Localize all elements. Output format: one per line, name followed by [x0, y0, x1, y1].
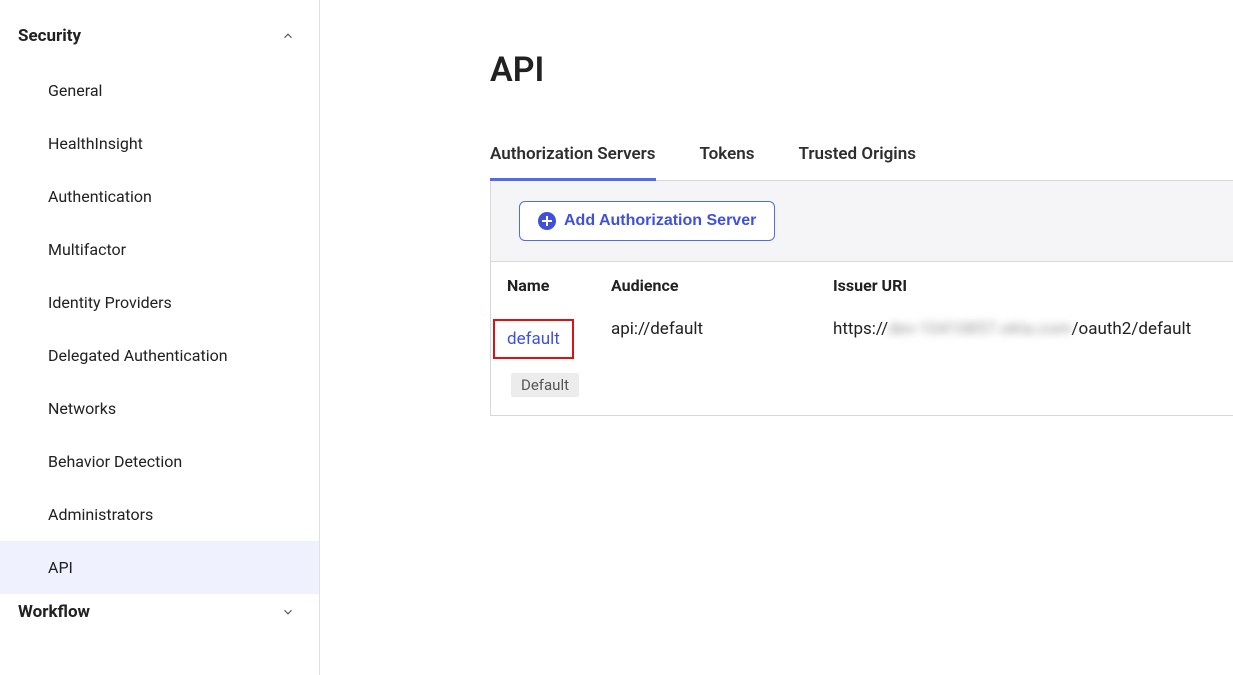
chevron-down-icon [281, 605, 295, 619]
sidebar-item-api[interactable]: API [0, 541, 319, 594]
sidebar-item-behavior-detection[interactable]: Behavior Detection [0, 435, 319, 488]
sidebar-item-healthinsight[interactable]: HealthInsight [0, 117, 319, 170]
sidebar-item-multifactor[interactable]: Multifactor [0, 223, 319, 276]
add-button-label: Add Authorization Server [564, 212, 756, 230]
sidebar: Security General HealthInsight Authentic… [0, 0, 320, 675]
th-issuer: Issuer URI [833, 276, 1217, 295]
cell-audience: api://default [611, 319, 833, 339]
table-header: Name Audience Issuer URI [491, 262, 1233, 309]
sidebar-item-administrators[interactable]: Administrators [0, 488, 319, 541]
th-name: Name [507, 276, 611, 295]
add-authorization-server-button[interactable]: Add Authorization Server [519, 201, 775, 241]
sidebar-section-label: Workflow [18, 602, 90, 622]
th-audience: Audience [611, 276, 833, 295]
issuer-obscured: dev-10410857.okta.com [888, 319, 1071, 339]
sidebar-section-security[interactable]: Security [0, 18, 319, 54]
authorization-servers-table: Name Audience Issuer URI default Default… [490, 262, 1233, 416]
highlight-annotation: default [493, 319, 574, 359]
tab-tokens[interactable]: Tokens [700, 130, 755, 181]
issuer-suffix: /oauth2/default [1072, 319, 1192, 339]
sidebar-item-identity-providers[interactable]: Identity Providers [0, 276, 319, 329]
issuer-prefix: https:// [833, 319, 888, 339]
sidebar-item-delegated-authentication[interactable]: Delegated Authentication [0, 329, 319, 382]
chevron-up-icon [281, 29, 295, 43]
sidebar-item-networks[interactable]: Networks [0, 382, 319, 435]
authorization-server-link[interactable]: default [507, 329, 560, 349]
sidebar-section-workflow[interactable]: Workflow [0, 594, 319, 630]
cell-name: default Default [507, 319, 611, 397]
sidebar-items: General HealthInsight Authentication Mul… [0, 54, 319, 594]
page-title: API [490, 50, 1233, 90]
default-badge: Default [511, 373, 579, 397]
sidebar-item-authentication[interactable]: Authentication [0, 170, 319, 223]
tabs: Authorization Servers Tokens Trusted Ori… [490, 130, 1233, 181]
cell-issuer: https://dev-10410857.okta.com/oauth2/def… [833, 319, 1217, 339]
toolbar: Add Authorization Server [490, 181, 1233, 262]
tab-authorization-servers[interactable]: Authorization Servers [490, 130, 656, 181]
sidebar-section-label: Security [18, 26, 81, 46]
sidebar-item-general[interactable]: General [0, 64, 319, 117]
plus-circle-icon [538, 212, 556, 230]
tab-trusted-origins[interactable]: Trusted Origins [798, 130, 915, 181]
main-content: API Authorization Servers Tokens Trusted… [320, 0, 1233, 675]
table-row: default Default api://default https://de… [491, 309, 1233, 415]
